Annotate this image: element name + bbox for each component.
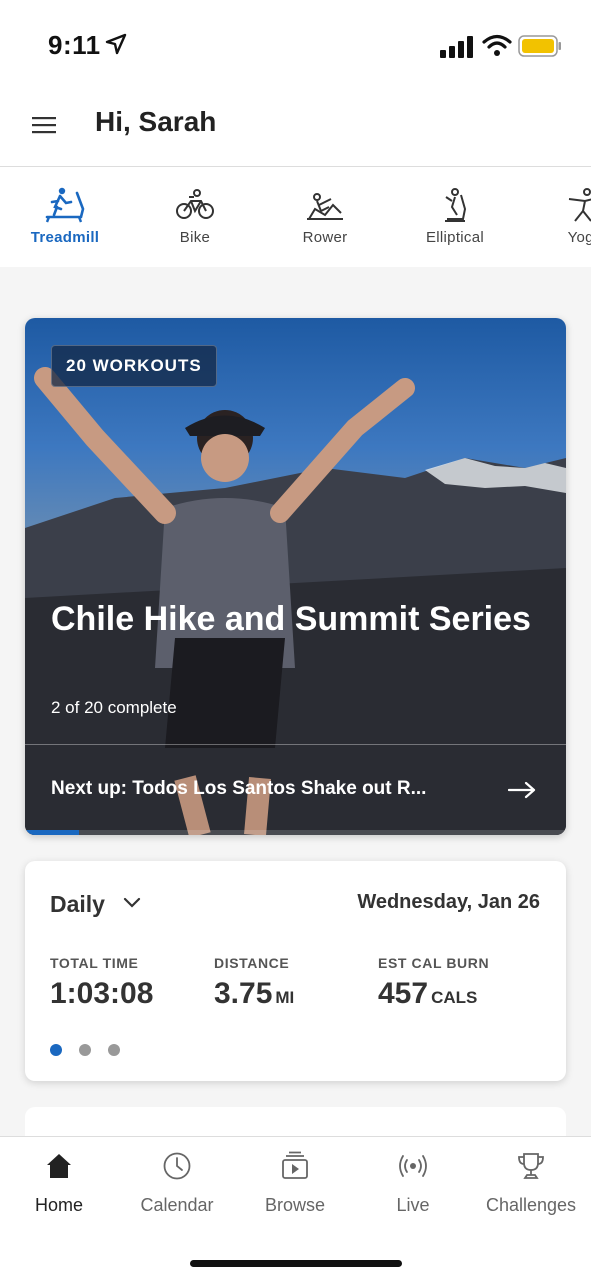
home-indicator bbox=[190, 1260, 402, 1267]
hero-background-image bbox=[25, 367, 566, 835]
chevron-down-icon[interactable] bbox=[123, 897, 141, 909]
daily-stats-card: Daily Wednesday, Jan 26 TOTAL TIME 1:03:… bbox=[25, 861, 566, 1081]
stat-value: 3.75 bbox=[214, 977, 273, 1010]
status-bar: 9:11 bbox=[0, 0, 591, 90]
hero-divider bbox=[25, 744, 566, 745]
series-progress-fill bbox=[25, 830, 80, 835]
tab-elliptical[interactable]: Elliptical bbox=[400, 187, 510, 246]
greeting-title: Hi, Sarah bbox=[95, 106, 217, 137]
treadmill-icon bbox=[45, 187, 85, 223]
trophy-icon bbox=[518, 1153, 544, 1179]
stat-value-line: 3.75 MI bbox=[214, 977, 294, 1011]
nav-challenges-label: Challenges bbox=[485, 1195, 577, 1215]
tab-treadmill-label: Treadmill bbox=[30, 229, 100, 246]
tab-treadmill[interactable]: Treadmill bbox=[10, 187, 120, 246]
nav-live-label: Live bbox=[396, 1195, 430, 1215]
status-time: 9:11 bbox=[48, 30, 101, 60]
stat-total-time: TOTAL TIME 1:03:08 bbox=[50, 955, 153, 1011]
nav-challenges[interactable]: Challenges bbox=[472, 1151, 590, 1216]
stats-date: Wednesday, Jan 26 bbox=[357, 891, 540, 913]
nav-home-label: Home bbox=[34, 1195, 83, 1215]
home-icon bbox=[47, 1154, 71, 1178]
workout-series-card[interactable]: 20 WORKOUTS Chile Hike and Summit Series… bbox=[25, 318, 566, 835]
tab-rower[interactable]: Rower bbox=[270, 187, 380, 246]
location-arrow-icon bbox=[105, 33, 127, 55]
battery-icon bbox=[518, 35, 561, 57]
rower-icon bbox=[307, 193, 343, 220]
clock-icon bbox=[163, 1152, 191, 1180]
pagination-dot[interactable] bbox=[50, 1044, 62, 1056]
cellular-signal-icon bbox=[440, 36, 473, 58]
stat-calories: EST CAL BURN 457 CALS bbox=[378, 955, 489, 1011]
browse-icon bbox=[282, 1151, 308, 1179]
stat-value: 457 bbox=[378, 977, 429, 1010]
live-broadcast-icon bbox=[399, 1155, 427, 1177]
stat-unit: CALS bbox=[431, 988, 478, 1007]
tab-yoga-label: Yoga bbox=[567, 229, 591, 246]
nav-calendar-label: Calendar bbox=[140, 1195, 214, 1215]
series-progress-bar bbox=[25, 830, 566, 835]
next-up-workout[interactable]: Next up: Todos Los Santos Shake out R... bbox=[51, 778, 481, 800]
category-tabs: Treadmill Bike Rower Elliptical Yoga bbox=[0, 167, 591, 267]
pagination-dot[interactable] bbox=[79, 1044, 91, 1056]
nav-calendar[interactable]: Calendar bbox=[118, 1151, 236, 1216]
elliptical-icon bbox=[445, 188, 467, 222]
yoga-icon bbox=[568, 188, 591, 222]
stat-value: 1:03:08 bbox=[50, 977, 154, 1010]
pagination-dots bbox=[50, 1043, 137, 1061]
bike-icon bbox=[176, 189, 214, 219]
series-progress-text: 2 of 20 complete bbox=[51, 698, 177, 717]
tab-rower-label: Rower bbox=[302, 229, 348, 246]
stat-value-line: 457 CALS bbox=[378, 977, 489, 1011]
app-header: Hi, Sarah bbox=[0, 90, 591, 167]
workout-count-badge: 20 WORKOUTS bbox=[51, 345, 217, 387]
stat-unit: MI bbox=[275, 988, 295, 1007]
stat-distance: DISTANCE 3.75 MI bbox=[214, 955, 294, 1011]
period-dropdown-label[interactable]: Daily bbox=[50, 891, 105, 918]
stat-label: EST CAL BURN bbox=[378, 955, 490, 971]
bottom-navigation: Home Calendar Browse Live Challenges bbox=[0, 1136, 591, 1281]
tab-bike-label: Bike bbox=[179, 229, 211, 246]
nav-browse[interactable]: Browse bbox=[236, 1151, 354, 1216]
nav-home[interactable]: Home bbox=[0, 1151, 118, 1216]
nav-live[interactable]: Live bbox=[354, 1151, 472, 1216]
tab-bike[interactable]: Bike bbox=[140, 187, 250, 246]
hamburger-menu-icon[interactable] bbox=[32, 115, 56, 135]
series-title: Chile Hike and Summit Series bbox=[51, 600, 531, 638]
stat-label: DISTANCE bbox=[214, 955, 290, 971]
tab-elliptical-label: Elliptical bbox=[425, 229, 485, 246]
wifi-icon bbox=[482, 34, 512, 56]
arrow-right-icon[interactable] bbox=[508, 780, 536, 800]
tab-yoga[interactable]: Yoga bbox=[530, 187, 591, 246]
nav-browse-label: Browse bbox=[264, 1195, 326, 1215]
stat-value-line: 1:03:08 bbox=[50, 977, 153, 1011]
stat-label: TOTAL TIME bbox=[50, 955, 139, 971]
pagination-dot[interactable] bbox=[108, 1044, 120, 1056]
